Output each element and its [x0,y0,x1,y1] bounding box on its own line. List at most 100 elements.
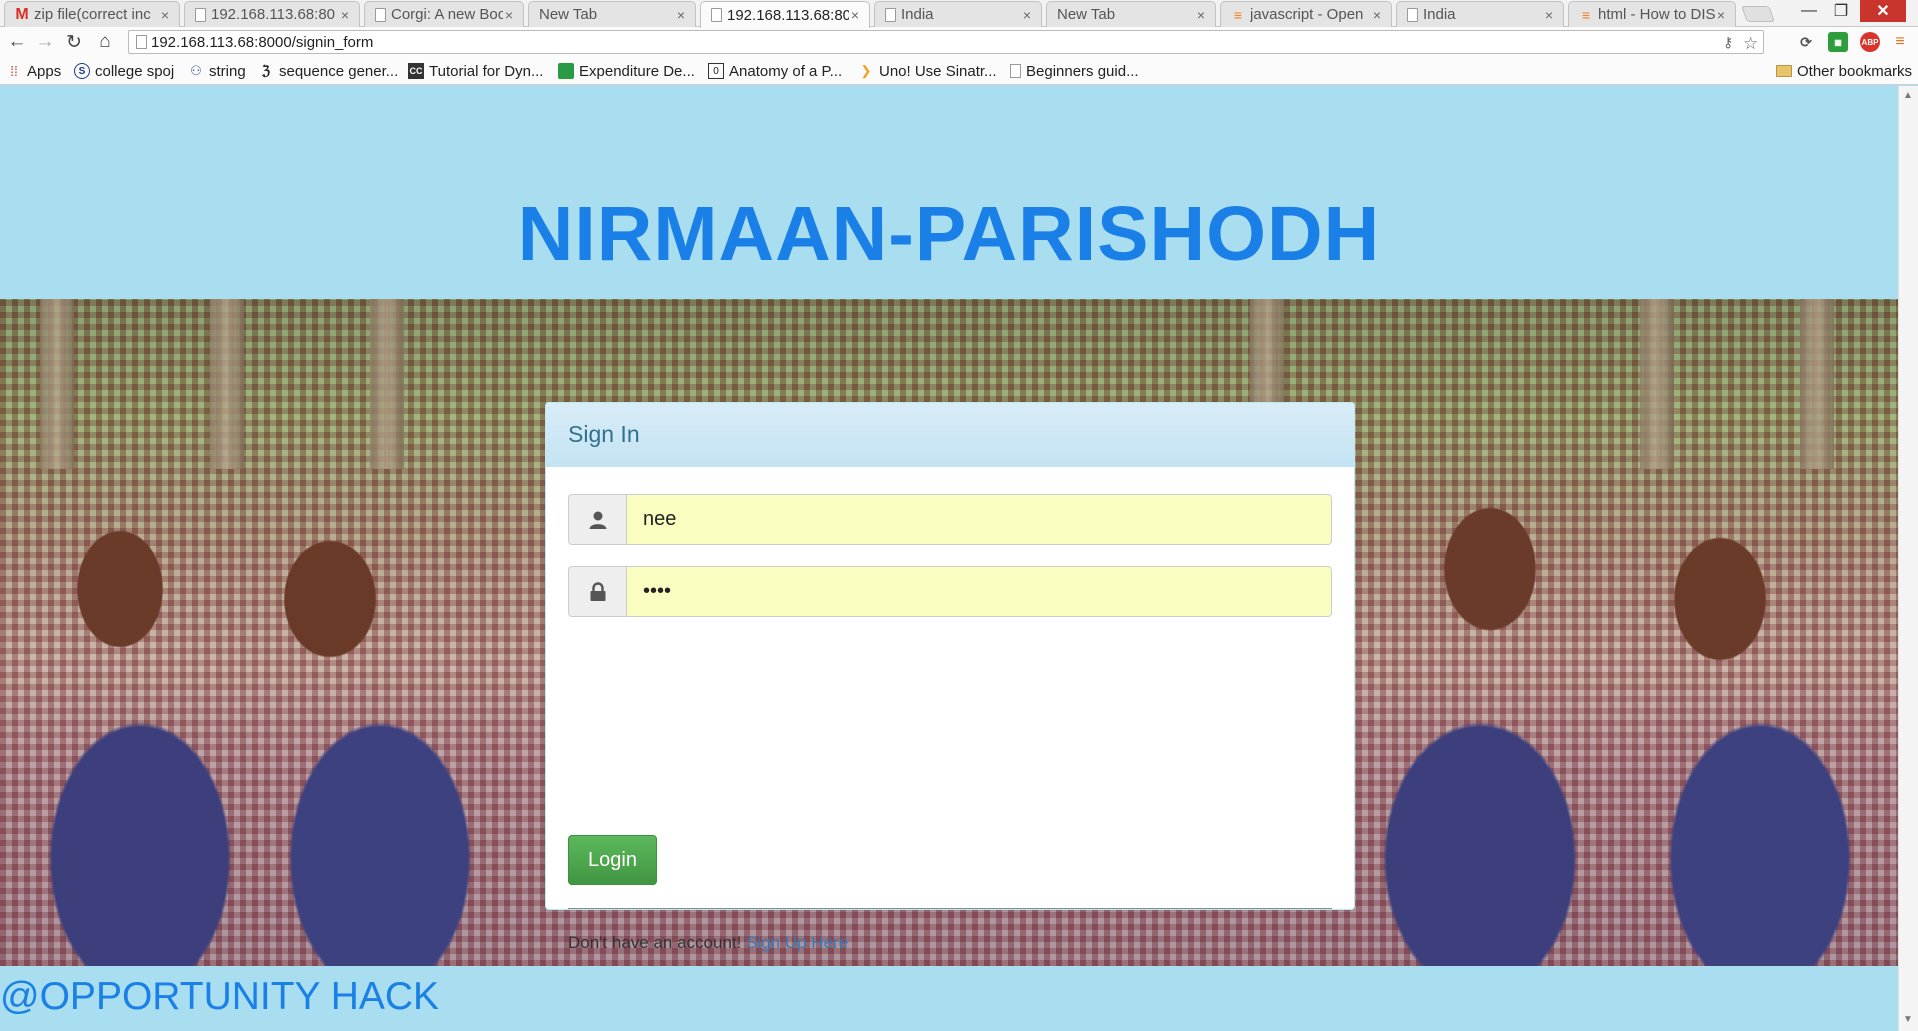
star-bookmark-icon[interactable]: ☆ [1743,34,1758,54]
bookmark-sequence-gener[interactable]: ℨ sequence gener... [258,61,398,81]
close-tab-icon[interactable]: × [1371,7,1383,23]
spoj-icon: S [74,63,90,79]
close-window-icon[interactable]: ✕ [1860,0,1906,22]
signin-heading: Sign In [568,421,640,447]
bookmark-label: Uno! Use Sinatr... [879,62,997,80]
signup-link[interactable]: Sign Up Here [746,933,848,952]
address-bar[interactable]: ☆ ⚷ [128,30,1764,54]
browser-toolbar: ← → ↻ ⌂ ☆ ⚷ ⟳ ▦ ABP ≡ [0,27,1918,57]
tab-title: javascript - Open [1250,6,1364,23]
back-arrow-icon[interactable]: ← [6,31,28,53]
stackoverflow-icon: ≡ [1581,6,1591,23]
restore-icon[interactable]: ❐ [1826,0,1856,22]
gmail-icon: M [15,5,29,23]
adblock-icon[interactable]: ABP [1860,32,1880,52]
bookmark-icon: ❯ [860,63,872,78]
forward-arrow-icon[interactable]: → [34,31,56,53]
bookmark-icon: ℨ [261,63,270,78]
scroll-up-icon[interactable]: ▲ [1903,90,1913,101]
key-icon[interactable]: ⚷ [1723,34,1733,51]
password-input[interactable] [626,566,1332,617]
new-tab-button[interactable] [1741,6,1775,22]
tab-title: 192.168.113.68:80 [727,6,849,24]
close-tab-icon[interactable]: × [1195,7,1207,23]
no-account-text: Don't have an account! [568,933,742,952]
bookmarks-bar: ⁞⁞ Apps S college spoj ⚇ string ℨ sequen… [0,57,1918,85]
close-tab-icon[interactable]: × [503,7,515,23]
bookmark-beginners-guid[interactable]: Beginners guid... [1010,61,1139,81]
tab-title: India [901,6,934,23]
close-tab-icon[interactable]: × [339,7,351,23]
menu-icon[interactable]: ≡ [1890,32,1910,52]
home-icon[interactable]: ⌂ [94,31,116,53]
login-button[interactable]: Login [568,835,657,885]
username-input[interactable] [626,494,1332,545]
bookmark-college-spoj[interactable]: S college spoj [74,61,174,81]
site-title: NIRMAAN-PARISHODH [517,191,1381,277]
stackoverflow-icon: ≡ [1233,6,1243,23]
close-tab-icon[interactable]: × [159,7,171,23]
tab-4-active[interactable]: 192.168.113.68:80 × [700,1,870,28]
tab-title: html - How to DIS [1598,6,1715,23]
tab-6[interactable]: New Tab × [1046,1,1216,27]
minimize-icon[interactable]: — [1794,0,1824,22]
bookmark-label: Anatomy of a P... [729,62,843,80]
tab-title: New Tab [539,6,598,23]
close-tab-icon[interactable]: × [675,7,687,23]
tab-1[interactable]: 192.168.113.68:80 × [184,1,360,27]
tab-5[interactable]: India × [874,1,1042,27]
tab-title: 192.168.113.68:80 [211,6,336,23]
divider [568,908,1332,909]
close-tab-icon[interactable]: × [1021,7,1033,23]
password-group [568,566,1332,617]
bookmark-label: string [209,62,246,80]
page-icon [885,7,896,22]
tab-0[interactable]: M zip file(correct inc × [4,1,180,27]
folder-icon [1776,65,1792,77]
vertical-scrollbar[interactable]: ▲ ▼ [1898,86,1918,1031]
bookmark-tutorial-for-dyn[interactable]: CC Tutorial for Dyn... [408,61,543,81]
tab-title: India [1423,6,1456,23]
bookmark-label: Expenditure De... [579,62,695,80]
bookmark-string[interactable]: ⚇ string [188,61,246,81]
extension-cast-icon[interactable]: ⟳ [1796,32,1816,52]
bookmark-uno-use-sinatr[interactable]: ❯ Uno! Use Sinatr... [858,61,997,81]
tab-2[interactable]: Corgi: A new Boo × [364,1,524,27]
tab-8[interactable]: India × [1396,1,1564,27]
bookmark-expenditure-de[interactable]: Expenditure De... [558,61,695,81]
close-tab-icon[interactable]: × [1715,7,1727,23]
tab-3[interactable]: New Tab × [528,1,696,27]
bookmark-icon: 0 [708,63,724,79]
page-icon [711,8,722,22]
bookmark-label: college spoj [95,62,175,80]
close-tab-icon[interactable]: × [849,7,861,23]
page-icon [1407,7,1418,22]
bookmark-icon: ⚇ [190,63,202,78]
page-viewport: NIRMAAN-PARISHODH Sign In nee Login Don'… [0,86,1898,1031]
background-pillar [40,299,74,469]
tab-title: zip file(correct inc [34,6,151,23]
other-bookmarks-label: Other bookmarks [1797,62,1913,80]
tab-7[interactable]: ≡ javascript - Open × [1220,1,1392,27]
background-pillar [370,299,404,469]
bookmark-label: sequence gener... [279,62,399,80]
user-icon [568,494,626,545]
page-icon [136,35,147,49]
bookmark-anatomy-of-a-p[interactable]: 0 Anatomy of a P... [708,61,842,81]
tab-strip: M zip file(correct inc × 192.168.113.68:… [0,0,1918,28]
page-icon [375,7,386,22]
bookmark-label: Beginners guid... [1026,62,1139,80]
reload-icon[interactable]: ↻ [63,31,85,53]
signup-line: Don't have an account! Sign Up Here [568,933,848,953]
sheets-icon [558,63,574,79]
apps-grid-icon: ⁞⁞ [10,63,18,79]
close-tab-icon[interactable]: × [1543,7,1555,23]
bookmark-apps[interactable]: ⁞⁞ Apps [6,61,61,81]
extension-green-icon[interactable]: ▦ [1828,32,1848,52]
url-input[interactable] [151,32,1721,52]
scroll-down-icon[interactable]: ▼ [1903,1014,1913,1025]
other-bookmarks[interactable]: Other bookmarks [1776,61,1912,81]
tab-9[interactable]: ≡ html - How to DIS × [1568,1,1736,27]
bookmark-label: Apps [27,62,62,80]
signin-panel: Sign In Login Don't have an [545,402,1355,952]
